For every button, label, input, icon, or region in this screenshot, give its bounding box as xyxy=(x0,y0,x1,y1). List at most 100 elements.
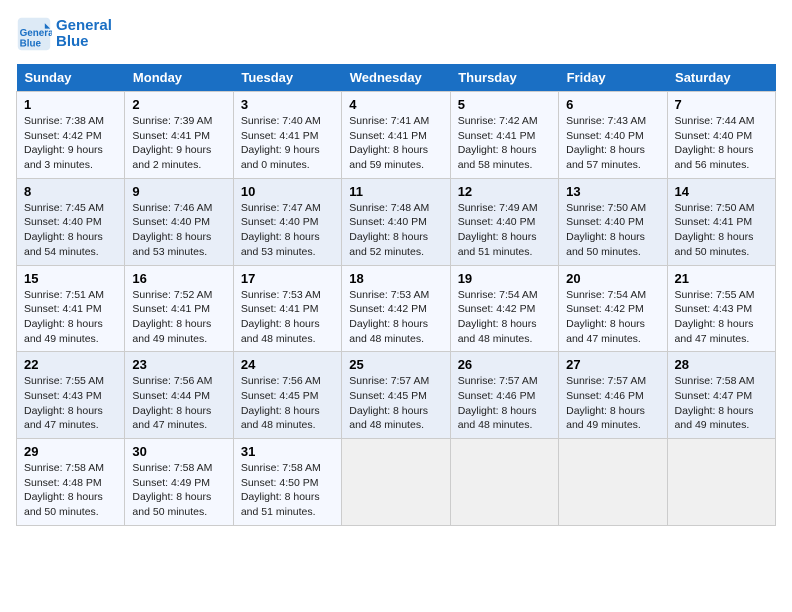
calendar-cell xyxy=(342,439,450,526)
day-number: 15 xyxy=(24,271,117,286)
day-number: 12 xyxy=(458,184,551,199)
day-info: Sunrise: 7:55 AM Sunset: 4:43 PM Dayligh… xyxy=(24,374,117,433)
day-info: Sunrise: 7:45 AM Sunset: 4:40 PM Dayligh… xyxy=(24,201,117,260)
logo-icon: General Blue xyxy=(16,16,52,52)
day-number: 4 xyxy=(349,97,442,112)
day-info: Sunrise: 7:56 AM Sunset: 4:44 PM Dayligh… xyxy=(132,374,225,433)
day-number: 28 xyxy=(675,357,768,372)
day-info: Sunrise: 7:38 AM Sunset: 4:42 PM Dayligh… xyxy=(24,114,117,173)
calendar-cell: 18 Sunrise: 7:53 AM Sunset: 4:42 PM Dayl… xyxy=(342,265,450,352)
svg-text:General: General xyxy=(20,28,52,39)
weekday-header-thursday: Thursday xyxy=(450,64,558,92)
calendar-cell: 17 Sunrise: 7:53 AM Sunset: 4:41 PM Dayl… xyxy=(233,265,341,352)
calendar-cell: 29 Sunrise: 7:58 AM Sunset: 4:48 PM Dayl… xyxy=(17,439,125,526)
day-info: Sunrise: 7:50 AM Sunset: 4:41 PM Dayligh… xyxy=(675,201,768,260)
calendar-cell: 7 Sunrise: 7:44 AM Sunset: 4:40 PM Dayli… xyxy=(667,92,775,179)
calendar-week-3: 15 Sunrise: 7:51 AM Sunset: 4:41 PM Dayl… xyxy=(17,265,776,352)
svg-text:Blue: Blue xyxy=(20,39,42,50)
day-number: 5 xyxy=(458,97,551,112)
day-info: Sunrise: 7:55 AM Sunset: 4:43 PM Dayligh… xyxy=(675,288,768,347)
day-info: Sunrise: 7:58 AM Sunset: 4:50 PM Dayligh… xyxy=(241,461,334,520)
day-number: 21 xyxy=(675,271,768,286)
calendar-cell: 12 Sunrise: 7:49 AM Sunset: 4:40 PM Dayl… xyxy=(450,178,558,265)
calendar-cell: 10 Sunrise: 7:47 AM Sunset: 4:40 PM Dayl… xyxy=(233,178,341,265)
calendar-week-5: 29 Sunrise: 7:58 AM Sunset: 4:48 PM Dayl… xyxy=(17,439,776,526)
calendar-cell: 6 Sunrise: 7:43 AM Sunset: 4:40 PM Dayli… xyxy=(559,92,667,179)
day-info: Sunrise: 7:48 AM Sunset: 4:40 PM Dayligh… xyxy=(349,201,442,260)
calendar-week-4: 22 Sunrise: 7:55 AM Sunset: 4:43 PM Dayl… xyxy=(17,352,776,439)
day-info: Sunrise: 7:57 AM Sunset: 4:45 PM Dayligh… xyxy=(349,374,442,433)
calendar-cell xyxy=(450,439,558,526)
day-number: 7 xyxy=(675,97,768,112)
day-info: Sunrise: 7:58 AM Sunset: 4:49 PM Dayligh… xyxy=(132,461,225,520)
day-number: 10 xyxy=(241,184,334,199)
day-number: 27 xyxy=(566,357,659,372)
day-info: Sunrise: 7:53 AM Sunset: 4:41 PM Dayligh… xyxy=(241,288,334,347)
weekday-header-saturday: Saturday xyxy=(667,64,775,92)
calendar-cell: 13 Sunrise: 7:50 AM Sunset: 4:40 PM Dayl… xyxy=(559,178,667,265)
day-number: 9 xyxy=(132,184,225,199)
day-info: Sunrise: 7:42 AM Sunset: 4:41 PM Dayligh… xyxy=(458,114,551,173)
weekday-header-friday: Friday xyxy=(559,64,667,92)
calendar-cell: 1 Sunrise: 7:38 AM Sunset: 4:42 PM Dayli… xyxy=(17,92,125,179)
day-info: Sunrise: 7:53 AM Sunset: 4:42 PM Dayligh… xyxy=(349,288,442,347)
day-number: 20 xyxy=(566,271,659,286)
day-info: Sunrise: 7:44 AM Sunset: 4:40 PM Dayligh… xyxy=(675,114,768,173)
day-number: 18 xyxy=(349,271,442,286)
day-info: Sunrise: 7:39 AM Sunset: 4:41 PM Dayligh… xyxy=(132,114,225,173)
calendar-cell: 28 Sunrise: 7:58 AM Sunset: 4:47 PM Dayl… xyxy=(667,352,775,439)
calendar-week-2: 8 Sunrise: 7:45 AM Sunset: 4:40 PM Dayli… xyxy=(17,178,776,265)
day-info: Sunrise: 7:56 AM Sunset: 4:45 PM Dayligh… xyxy=(241,374,334,433)
day-info: Sunrise: 7:57 AM Sunset: 4:46 PM Dayligh… xyxy=(458,374,551,433)
calendar-cell: 15 Sunrise: 7:51 AM Sunset: 4:41 PM Dayl… xyxy=(17,265,125,352)
day-number: 19 xyxy=(458,271,551,286)
day-info: Sunrise: 7:54 AM Sunset: 4:42 PM Dayligh… xyxy=(566,288,659,347)
day-number: 30 xyxy=(132,444,225,459)
calendar-cell: 16 Sunrise: 7:52 AM Sunset: 4:41 PM Dayl… xyxy=(125,265,233,352)
day-info: Sunrise: 7:54 AM Sunset: 4:42 PM Dayligh… xyxy=(458,288,551,347)
calendar-cell: 11 Sunrise: 7:48 AM Sunset: 4:40 PM Dayl… xyxy=(342,178,450,265)
day-number: 14 xyxy=(675,184,768,199)
day-number: 8 xyxy=(24,184,117,199)
calendar-cell: 20 Sunrise: 7:54 AM Sunset: 4:42 PM Dayl… xyxy=(559,265,667,352)
calendar-cell: 24 Sunrise: 7:56 AM Sunset: 4:45 PM Dayl… xyxy=(233,352,341,439)
page-header: General Blue GeneralBlue xyxy=(16,16,776,52)
day-info: Sunrise: 7:52 AM Sunset: 4:41 PM Dayligh… xyxy=(132,288,225,347)
day-number: 16 xyxy=(132,271,225,286)
calendar-cell: 5 Sunrise: 7:42 AM Sunset: 4:41 PM Dayli… xyxy=(450,92,558,179)
calendar-cell: 27 Sunrise: 7:57 AM Sunset: 4:46 PM Dayl… xyxy=(559,352,667,439)
day-info: Sunrise: 7:43 AM Sunset: 4:40 PM Dayligh… xyxy=(566,114,659,173)
day-number: 24 xyxy=(241,357,334,372)
calendar-cell: 14 Sunrise: 7:50 AM Sunset: 4:41 PM Dayl… xyxy=(667,178,775,265)
calendar-cell: 23 Sunrise: 7:56 AM Sunset: 4:44 PM Dayl… xyxy=(125,352,233,439)
day-info: Sunrise: 7:41 AM Sunset: 4:41 PM Dayligh… xyxy=(349,114,442,173)
day-number: 26 xyxy=(458,357,551,372)
weekday-header-wednesday: Wednesday xyxy=(342,64,450,92)
day-number: 3 xyxy=(241,97,334,112)
calendar-cell xyxy=(667,439,775,526)
calendar-cell: 4 Sunrise: 7:41 AM Sunset: 4:41 PM Dayli… xyxy=(342,92,450,179)
logo: General Blue GeneralBlue xyxy=(16,16,112,52)
day-number: 2 xyxy=(132,97,225,112)
calendar-cell: 3 Sunrise: 7:40 AM Sunset: 4:41 PM Dayli… xyxy=(233,92,341,179)
calendar-cell: 21 Sunrise: 7:55 AM Sunset: 4:43 PM Dayl… xyxy=(667,265,775,352)
day-number: 25 xyxy=(349,357,442,372)
calendar-cell: 19 Sunrise: 7:54 AM Sunset: 4:42 PM Dayl… xyxy=(450,265,558,352)
calendar-cell: 22 Sunrise: 7:55 AM Sunset: 4:43 PM Dayl… xyxy=(17,352,125,439)
day-info: Sunrise: 7:50 AM Sunset: 4:40 PM Dayligh… xyxy=(566,201,659,260)
day-info: Sunrise: 7:58 AM Sunset: 4:47 PM Dayligh… xyxy=(675,374,768,433)
calendar-cell: 9 Sunrise: 7:46 AM Sunset: 4:40 PM Dayli… xyxy=(125,178,233,265)
day-info: Sunrise: 7:58 AM Sunset: 4:48 PM Dayligh… xyxy=(24,461,117,520)
day-info: Sunrise: 7:46 AM Sunset: 4:40 PM Dayligh… xyxy=(132,201,225,260)
weekday-header-monday: Monday xyxy=(125,64,233,92)
calendar-cell: 25 Sunrise: 7:57 AM Sunset: 4:45 PM Dayl… xyxy=(342,352,450,439)
day-number: 13 xyxy=(566,184,659,199)
day-number: 22 xyxy=(24,357,117,372)
day-info: Sunrise: 7:51 AM Sunset: 4:41 PM Dayligh… xyxy=(24,288,117,347)
day-number: 31 xyxy=(241,444,334,459)
calendar-cell: 31 Sunrise: 7:58 AM Sunset: 4:50 PM Dayl… xyxy=(233,439,341,526)
day-info: Sunrise: 7:57 AM Sunset: 4:46 PM Dayligh… xyxy=(566,374,659,433)
day-number: 23 xyxy=(132,357,225,372)
calendar-cell: 26 Sunrise: 7:57 AM Sunset: 4:46 PM Dayl… xyxy=(450,352,558,439)
logo-text: GeneralBlue xyxy=(56,18,112,51)
